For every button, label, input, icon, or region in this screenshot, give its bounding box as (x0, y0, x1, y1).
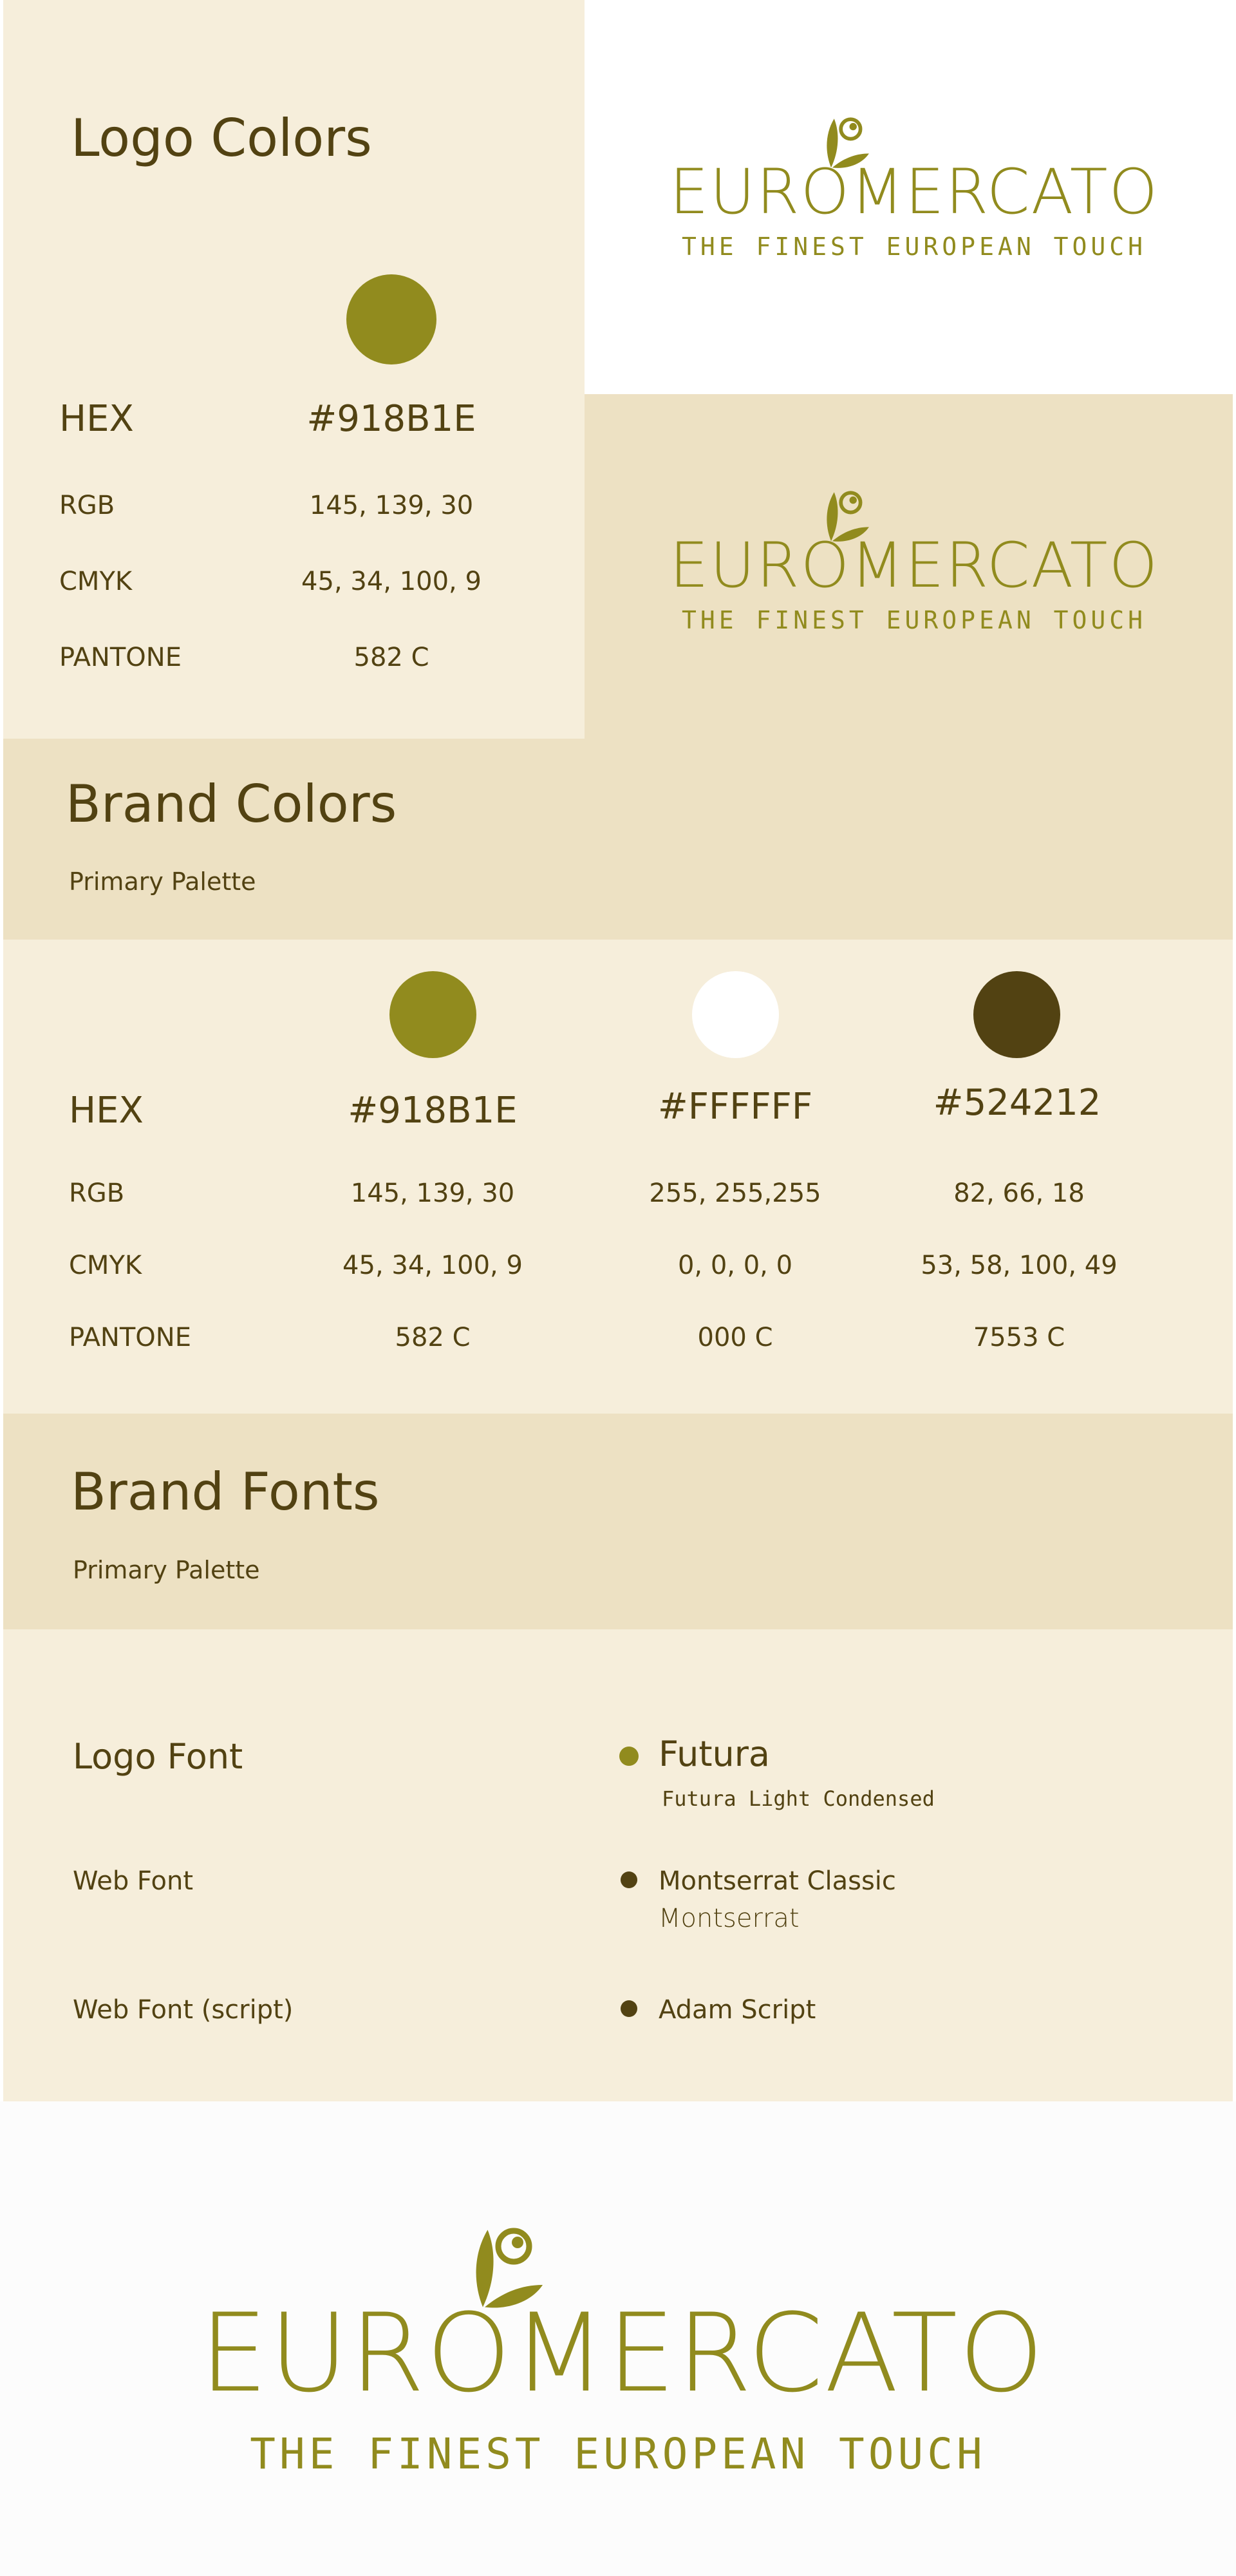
logo-pantone-label: PANTONE (59, 643, 182, 672)
swatch-olive-cmyk: 45, 34, 100, 9 (342, 1251, 523, 1280)
logo-cmyk-label: CMYK (59, 567, 133, 596)
logo-tagline: THE FINEST EUROPEAN TOUCH (682, 606, 1147, 634)
web-font-script-name: Adam Script (659, 1995, 816, 2025)
logo-color-swatch (346, 274, 436, 365)
brand-colors-subtitle: Primary Palette (69, 867, 256, 896)
brand-fonts-panel (3, 1629, 1233, 2101)
brand-colors-header (3, 739, 1233, 940)
logo-colors-title: Logo Colors (71, 108, 372, 168)
swatch-olive-pantone: 582 C (395, 1323, 471, 1352)
logo-font-note: Futura Light Condensed (662, 1786, 935, 1811)
olive-branch-icon (827, 117, 869, 168)
logo-wordmark: EUROMERCATO (200, 2290, 1045, 2416)
brand-colors-title: Brand Colors (66, 774, 397, 834)
logo-pantone-value: 582 C (353, 643, 429, 672)
logo-tagline: THE FINEST EUROPEAN TOUCH (682, 232, 1147, 261)
font-bullet-icon (619, 1747, 639, 1766)
logo-hex-label: HEX (59, 398, 134, 440)
font-bullet-icon (621, 1871, 637, 1888)
swatch-white-cmyk: 0, 0, 0, 0 (677, 1251, 793, 1280)
logo-wordmark: EUROMERCATO (670, 156, 1159, 228)
olive-branch-icon (476, 2228, 543, 2308)
logo-rgb-label: RGB (59, 491, 115, 520)
swatch-dark-cmyk: 53, 58, 100, 49 (921, 1251, 1118, 1280)
swatch-white-rgb: 255, 255,255 (649, 1179, 821, 1208)
brand-hex-label: HEX (69, 1090, 144, 1132)
swatch-dark-pantone: 7553 C (973, 1323, 1065, 1352)
swatch-white (692, 971, 779, 1058)
logo-cmyk-value: 45, 34, 100, 9 (301, 567, 482, 596)
logo-font-label: Logo Font (73, 1736, 243, 1777)
brand-fonts-title: Brand Fonts (71, 1462, 380, 1522)
logo-hex-value: #918B1E (306, 398, 476, 440)
font-bullet-icon (621, 2000, 637, 2017)
swatch-olive-hex: #918B1E (348, 1090, 518, 1132)
swatch-olive (389, 971, 476, 1058)
web-font-label: Web Font (73, 1866, 194, 1896)
web-font-note: Montserrat (659, 1904, 800, 1933)
swatch-dark-hex: #524212 (933, 1082, 1101, 1124)
logo-large: EUROMERCATO THE FINEST EUROPEAN TOUCH (200, 2215, 1045, 2479)
web-font-name: Montserrat Classic (659, 1866, 896, 1896)
web-font-script-label: Web Font (script) (73, 1995, 294, 2025)
olive-branch-icon (827, 491, 869, 542)
logo-wordmark: EUROMERCATO (670, 529, 1159, 601)
swatch-dark-rgb: 82, 66, 18 (953, 1179, 1085, 1208)
swatch-white-hex: #FFFFFF (657, 1086, 813, 1128)
swatch-dark (973, 971, 1060, 1058)
brand-rgb-label: RGB (69, 1179, 125, 1208)
logo-on-white: EUROMERCATO THE FINEST EUROPEAN TOUCH (670, 109, 1159, 259)
brand-fonts-subtitle: Primary Palette (73, 1556, 260, 1584)
logo-font-name: Futura (659, 1734, 771, 1774)
swatch-white-pantone: 000 C (697, 1323, 773, 1352)
brand-pantone-label: PANTONE (69, 1323, 191, 1352)
brand-cmyk-label: CMYK (69, 1251, 142, 1280)
logo-tagline: THE FINEST EUROPEAN TOUCH (250, 2429, 986, 2479)
swatch-olive-rgb: 145, 139, 30 (350, 1179, 515, 1208)
logo-rgb-value: 145, 139, 30 (309, 491, 474, 520)
logo-on-beige: EUROMERCATO THE FINEST EUROPEAN TOUCH (670, 483, 1159, 632)
